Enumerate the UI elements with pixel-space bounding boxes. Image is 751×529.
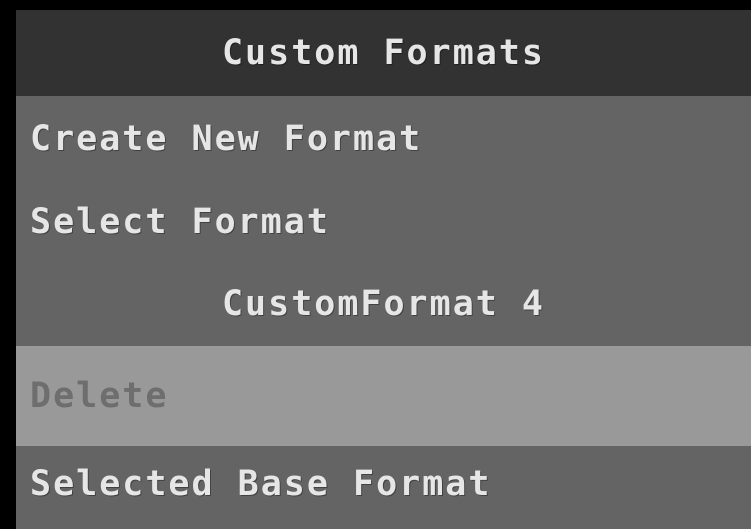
selected-format-name: CustomFormat 4: [221, 284, 545, 324]
delete-item[interactable]: Delete: [16, 346, 751, 446]
panel-title: Custom Formats: [221, 33, 545, 73]
create-new-format-item[interactable]: Create New Format: [16, 96, 751, 182]
create-new-format-label: Create New Format: [30, 119, 423, 159]
screen-frame: Custom Formats Create New Format Select …: [0, 0, 751, 529]
select-format-item[interactable]: Select Format: [16, 182, 751, 262]
selected-base-format-label: Selected Base Format: [30, 464, 492, 504]
selected-format-value[interactable]: CustomFormat 4: [16, 262, 751, 346]
selected-base-format-item[interactable]: Selected Base Format: [16, 446, 751, 522]
select-format-label: Select Format: [30, 202, 330, 242]
custom-formats-panel: Custom Formats Create New Format Select …: [16, 10, 751, 529]
delete-label: Delete: [30, 376, 169, 416]
title-bar: Custom Formats: [16, 10, 751, 96]
